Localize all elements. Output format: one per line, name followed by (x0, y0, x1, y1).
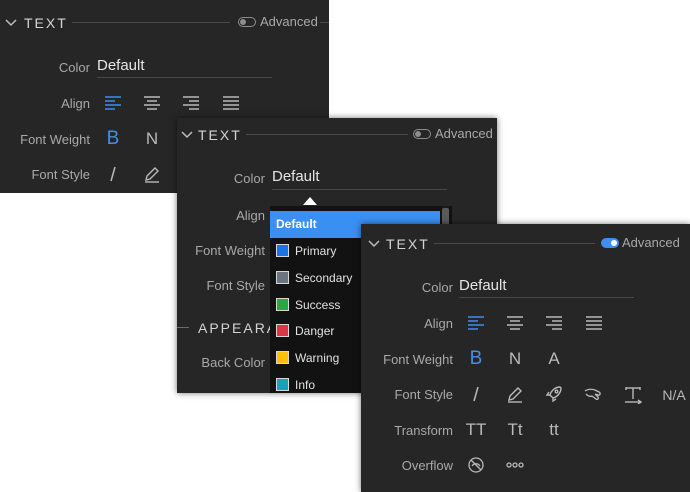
font-style-label: Font Style (206, 278, 265, 293)
rocket-icon[interactable] (544, 384, 564, 404)
swatch-icon (276, 324, 289, 337)
transform-capitalize-option[interactable]: Tt (501, 420, 529, 440)
pen-icon[interactable] (505, 384, 525, 404)
advanced-label: Advanced (260, 14, 318, 29)
advanced-label: Advanced (622, 235, 680, 250)
advanced-toggle[interactable] (238, 17, 256, 27)
section-divider (434, 243, 595, 244)
font-style-label: Font Style (31, 167, 90, 182)
option-label: Default (276, 217, 317, 231)
weight-bold-option[interactable]: B (103, 129, 123, 149)
color-underline (272, 189, 447, 190)
option-label: Primary (295, 244, 337, 258)
appearance-title: APPEARA (198, 320, 279, 336)
caret-up-icon (303, 197, 317, 205)
style-none-option[interactable]: N/A (657, 385, 690, 405)
section-title: TEXT (386, 236, 430, 252)
section-divider-end (320, 22, 329, 23)
section-divider (246, 134, 408, 135)
color-value[interactable]: Default (97, 57, 145, 75)
color-value[interactable]: Default (272, 168, 320, 186)
weight-bold-option[interactable]: B (466, 349, 486, 369)
weight-normal-option[interactable]: N (505, 349, 525, 369)
align-right-icon[interactable] (181, 93, 201, 113)
pen-icon[interactable] (142, 164, 162, 184)
font-weight-label: Font Weight (383, 352, 453, 367)
font-weight-label: Font Weight (195, 243, 265, 258)
color-label: Color (421, 280, 453, 295)
hand-icon[interactable] (583, 384, 603, 404)
align-label: Align (61, 96, 90, 111)
text-panel-front: TEXT Advanced Color Default Align Font W… (361, 224, 690, 492)
hidden-icon[interactable] (466, 455, 486, 475)
swatch-icon (276, 351, 289, 364)
font-style-label: Font Style (394, 387, 453, 402)
section-divider (72, 22, 230, 23)
option-label: Warning (295, 351, 340, 365)
text-cursor-icon[interactable] (623, 384, 643, 404)
swatch-icon (276, 298, 289, 311)
section-title: TEXT (198, 127, 242, 143)
weight-light-option[interactable]: A (544, 349, 564, 369)
transform-lowercase-option[interactable]: tt (540, 420, 568, 440)
color-underline (97, 77, 272, 78)
chevron-down-icon[interactable] (368, 240, 380, 248)
align-justify-icon[interactable] (584, 313, 604, 333)
overflow-label: Overflow (401, 458, 453, 473)
swatch-icon (276, 271, 289, 284)
ellipsis-icon[interactable] (505, 455, 525, 475)
chevron-down-icon[interactable] (5, 19, 17, 27)
option-label: Info (295, 378, 316, 392)
weight-normal-option[interactable]: N (142, 129, 162, 149)
align-center-icon[interactable] (142, 93, 162, 113)
chevron-down-icon[interactable] (181, 131, 193, 139)
align-center-icon[interactable] (505, 313, 525, 333)
option-label: Secondary (295, 271, 353, 285)
font-weight-label: Font Weight (20, 132, 90, 147)
align-justify-icon[interactable] (221, 93, 241, 113)
option-label: Success (295, 298, 341, 312)
align-label: Align (424, 316, 453, 331)
advanced-toggle[interactable] (601, 238, 619, 248)
swatch-icon (276, 378, 289, 391)
advanced-label: Advanced (435, 126, 493, 141)
align-left-icon[interactable] (466, 313, 486, 333)
advanced-toggle[interactable] (413, 129, 431, 139)
option-label: Danger (295, 324, 335, 338)
color-label: Color (58, 60, 90, 75)
color-value[interactable]: Default (459, 277, 507, 295)
transform-uppercase-option[interactable]: TT (462, 420, 490, 440)
align-left-icon[interactable] (103, 93, 123, 113)
italic-icon[interactable] (466, 384, 486, 404)
appearance-divider (177, 327, 189, 328)
section-title: TEXT (24, 15, 68, 31)
italic-icon[interactable] (103, 164, 123, 184)
back-color-label: Back Color (201, 355, 265, 370)
transform-label: Transform (394, 423, 453, 438)
swatch-icon (276, 244, 289, 257)
color-underline (459, 297, 634, 298)
align-label: Align (236, 208, 265, 223)
color-label: Color (233, 171, 265, 186)
align-right-icon[interactable] (544, 313, 564, 333)
